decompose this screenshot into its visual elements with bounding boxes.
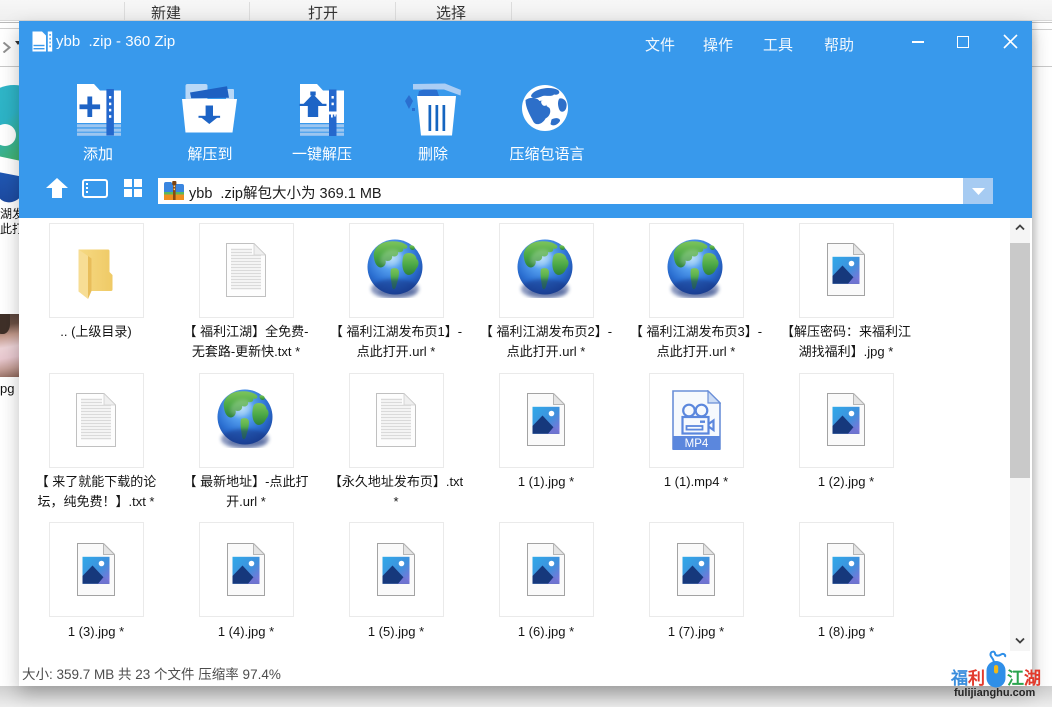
svg-text:MP4: MP4 [684,438,708,450]
